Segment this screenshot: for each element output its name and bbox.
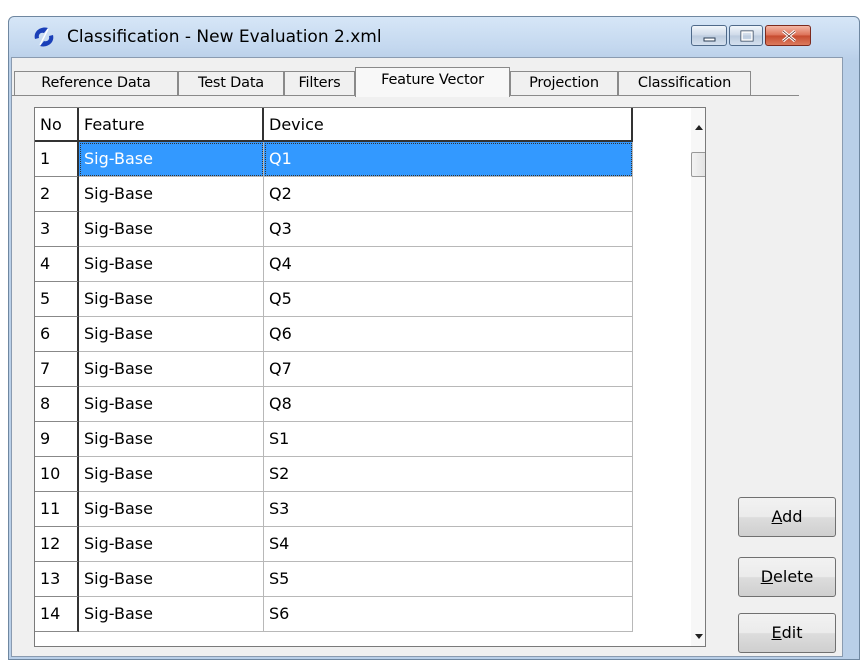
cell-no[interactable]: 9 <box>35 422 79 457</box>
delete-label-rest: elete <box>773 567 814 586</box>
cell-feature[interactable]: Sig-Base <box>79 282 264 317</box>
cell-device[interactable]: Q4 <box>264 247 633 282</box>
table-row[interactable]: 9 Sig-Base S1 <box>35 422 633 457</box>
edit-label-rest: dit <box>781 623 803 642</box>
window-title: Classification - New Evaluation 2.xml <box>67 27 382 47</box>
maximize-icon <box>740 30 754 42</box>
table-row[interactable]: 14 Sig-Base S6 <box>35 597 633 632</box>
edit-button[interactable]: Edit <box>738 613 836 653</box>
cell-no[interactable]: 14 <box>35 597 79 632</box>
tab-reference-data[interactable]: Reference Data <box>14 71 178 95</box>
column-header-feature[interactable]: Feature <box>79 108 264 142</box>
cell-device[interactable]: S4 <box>264 527 633 562</box>
window: Classification - New Evaluation 2.xml Re… <box>8 16 860 660</box>
delete-button[interactable]: Delete <box>738 557 836 597</box>
cell-feature[interactable]: Sig-Base <box>79 527 264 562</box>
cell-device[interactable]: S2 <box>264 457 633 492</box>
add-mnemonic: A <box>771 507 783 526</box>
cell-no[interactable]: 4 <box>35 247 79 282</box>
column-header-no[interactable]: No <box>35 108 79 142</box>
scroll-up-icon[interactable] <box>695 125 703 130</box>
app-logo-icon <box>34 27 54 47</box>
cell-device[interactable]: Q1 <box>264 142 633 177</box>
cell-feature[interactable]: Sig-Base <box>79 562 264 597</box>
table-row[interactable]: 7 Sig-Base Q7 <box>35 352 633 387</box>
cell-feature[interactable]: Sig-Base <box>79 247 264 282</box>
tab-filters[interactable]: Filters <box>284 71 355 95</box>
table-row[interactable]: 4 Sig-Base Q4 <box>35 247 633 282</box>
column-header-device[interactable]: Device <box>264 108 633 142</box>
vertical-scrollbar[interactable] <box>691 108 705 646</box>
cell-no[interactable]: 11 <box>35 492 79 527</box>
tab-projection[interactable]: Projection <box>510 71 618 95</box>
cell-feature[interactable]: Sig-Base <box>79 352 264 387</box>
cell-device[interactable]: S3 <box>264 492 633 527</box>
edit-mnemonic: E <box>771 623 782 642</box>
add-button[interactable]: Add <box>738 497 836 537</box>
cell-feature[interactable]: Sig-Base <box>79 457 264 492</box>
cell-feature[interactable]: Sig-Base <box>79 387 264 422</box>
close-button[interactable] <box>765 25 811 46</box>
close-icon <box>782 29 796 43</box>
table-row[interactable]: 11 Sig-Base S3 <box>35 492 633 527</box>
minimize-icon <box>703 37 716 42</box>
cell-no[interactable]: 8 <box>35 387 79 422</box>
cell-device[interactable]: S5 <box>264 562 633 597</box>
table-row[interactable]: 3 Sig-Base Q3 <box>35 212 633 247</box>
cell-no[interactable]: 5 <box>35 282 79 317</box>
cell-device[interactable]: Q5 <box>264 282 633 317</box>
grid-header: No Feature Device <box>35 108 633 142</box>
tab-strip: Reference Data Test Data Filters Feature… <box>12 67 842 97</box>
tab-feature-vector[interactable]: Feature Vector <box>355 67 510 97</box>
cell-no[interactable]: 6 <box>35 317 79 352</box>
cell-feature[interactable]: Sig-Base <box>79 597 264 632</box>
cell-device[interactable]: Q3 <box>264 212 633 247</box>
table-row[interactable]: 8 Sig-Base Q8 <box>35 387 633 422</box>
cell-feature[interactable]: Sig-Base <box>79 317 264 352</box>
cell-no[interactable]: 7 <box>35 352 79 387</box>
table-row[interactable]: 1 Sig-Base Q1 <box>35 142 633 177</box>
scroll-down-icon[interactable] <box>695 634 703 639</box>
table-row[interactable]: 12 Sig-Base S4 <box>35 527 633 562</box>
cell-feature[interactable]: Sig-Base <box>79 212 264 247</box>
cell-feature[interactable]: Sig-Base <box>79 142 264 177</box>
cell-device[interactable]: S6 <box>264 597 633 632</box>
cell-feature[interactable]: Sig-Base <box>79 177 264 212</box>
tab-test-data[interactable]: Test Data <box>178 71 284 95</box>
cell-no[interactable]: 3 <box>35 212 79 247</box>
cell-no[interactable]: 12 <box>35 527 79 562</box>
minimize-button[interactable] <box>691 25 727 46</box>
cell-device[interactable]: Q2 <box>264 177 633 212</box>
cell-device[interactable]: Q8 <box>264 387 633 422</box>
title-bar[interactable]: Classification - New Evaluation 2.xml <box>9 17 859 55</box>
cell-no[interactable]: 2 <box>35 177 79 212</box>
table-row[interactable]: 13 Sig-Base S5 <box>35 562 633 597</box>
cell-device[interactable]: S1 <box>264 422 633 457</box>
scrollbar-thumb[interactable] <box>691 152 705 177</box>
feature-vector-grid[interactable]: No Feature Device 1 Sig-Base Q1 2 Sig-Base Q2… <box>34 107 706 647</box>
cell-device[interactable]: Q7 <box>264 352 633 387</box>
cell-no[interactable]: 13 <box>35 562 79 597</box>
table-row[interactable]: 6 Sig-Base Q6 <box>35 317 633 352</box>
add-label-rest: dd <box>782 507 803 526</box>
cell-feature[interactable]: Sig-Base <box>79 492 264 527</box>
delete-mnemonic: D <box>760 567 774 586</box>
cell-device[interactable]: Q6 <box>264 317 633 352</box>
tab-classification[interactable]: Classification <box>618 71 751 95</box>
table-row[interactable]: 5 Sig-Base Q5 <box>35 282 633 317</box>
dialog-client-area: Reference Data Test Data Filters Feature… <box>11 57 843 657</box>
table-row[interactable]: 10 Sig-Base S2 <box>35 457 633 492</box>
cell-no[interactable]: 10 <box>35 457 79 492</box>
cell-feature[interactable]: Sig-Base <box>79 422 264 457</box>
cell-no[interactable]: 1 <box>35 142 79 177</box>
table-row[interactable]: 2 Sig-Base Q2 <box>35 177 633 212</box>
maximize-button[interactable] <box>729 25 763 46</box>
